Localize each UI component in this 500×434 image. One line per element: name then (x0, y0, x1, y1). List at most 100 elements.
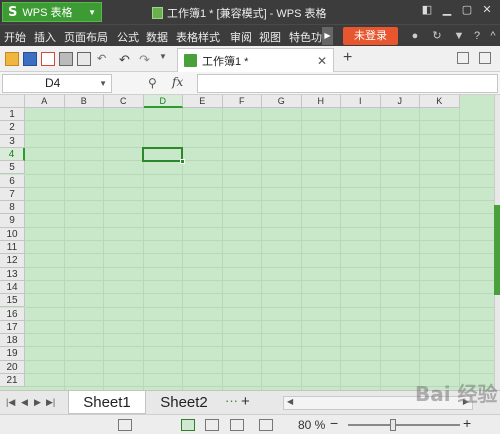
next-sheet-icon[interactable]: ▶ (34, 397, 41, 408)
row-header-18[interactable]: 18 (0, 334, 25, 348)
column-header-j[interactable]: J (380, 95, 420, 108)
help-icon[interactable]: ? (470, 29, 484, 43)
reading-mode-icon[interactable] (230, 419, 244, 431)
column-header-a[interactable]: A (25, 95, 65, 108)
row-header-7[interactable]: 7 (0, 187, 25, 202)
menu-insert[interactable]: 插入 (34, 29, 56, 45)
close-tab-icon[interactable]: ✕ (317, 54, 327, 68)
gridline-horizontal (25, 306, 495, 308)
menu-special[interactable]: 特色功 (289, 29, 322, 45)
window-restore-icon[interactable] (457, 52, 469, 64)
row-header-1[interactable]: 1 (0, 108, 25, 122)
row-header-6[interactable]: 6 (0, 174, 25, 188)
menu-table-style[interactable]: 表格样式 (176, 29, 220, 45)
column-header-f[interactable]: F (222, 95, 262, 108)
fill-handle[interactable] (180, 159, 185, 164)
sheet-tab-sheet2[interactable]: Sheet2 (148, 391, 220, 414)
column-header-c[interactable]: C (104, 95, 144, 108)
column-header-i[interactable]: I (341, 95, 381, 108)
scroll-left-icon[interactable]: ◀ (287, 397, 293, 406)
shirt-icon[interactable]: ▼ (452, 29, 466, 43)
row-header-5[interactable]: 5 (0, 161, 25, 175)
gridline-vertical (221, 108, 223, 390)
maximize-button[interactable]: ▢ (458, 3, 476, 16)
zoom-level[interactable]: 80 % (298, 418, 325, 432)
side-panel-handle[interactable] (494, 205, 500, 295)
active-cell[interactable] (142, 147, 183, 162)
menu-review[interactable]: 审阅 (230, 29, 252, 45)
row-header-20[interactable]: 20 (0, 360, 25, 374)
print-preview-icon[interactable] (77, 52, 91, 66)
zoom-slider-knob[interactable] (389, 419, 396, 431)
row-header-4[interactable]: 4 (0, 147, 25, 162)
chevron-down-icon[interactable]: ▼ (99, 75, 107, 92)
row-header-17[interactable]: 17 (0, 320, 25, 335)
close-button[interactable]: ✕ (478, 3, 496, 16)
export-pdf-icon[interactable] (41, 52, 55, 66)
gridline-horizontal (25, 133, 495, 135)
row-header-2[interactable]: 2 (0, 121, 25, 135)
column-header-b[interactable]: B (64, 95, 104, 108)
menu-scroll-right-icon[interactable]: ▶ (322, 27, 333, 45)
more-sheets-icon[interactable]: ··· (225, 393, 238, 408)
zoom-slider[interactable] (348, 424, 460, 426)
row-header-14[interactable]: 14 (0, 280, 25, 295)
column-header-h[interactable]: H (301, 95, 341, 108)
sheet-tab-sheet1[interactable]: Sheet1 (68, 391, 146, 414)
save-icon[interactable] (23, 52, 37, 66)
feedback-icon[interactable]: ● (408, 29, 422, 43)
row-header-10[interactable]: 10 (0, 227, 25, 241)
last-sheet-icon[interactable]: ▶| (46, 397, 55, 408)
collapse-ribbon-icon[interactable]: ^ (486, 29, 500, 43)
row-header-3[interactable]: 3 (0, 134, 25, 148)
menu-page-layout[interactable]: 页面布局 (64, 29, 108, 45)
menu-formulas[interactable]: 公式 (117, 29, 139, 45)
row-header-15[interactable]: 15 (0, 294, 25, 308)
macro-icon[interactable] (118, 419, 132, 431)
zoom-in-button[interactable]: + (463, 415, 471, 431)
column-header-d[interactable]: D (143, 95, 183, 108)
first-sheet-icon[interactable]: |◀ (6, 397, 15, 408)
cell-grid[interactable]: A B C D E F G H I J K 1 2 3 4 5 6 7 8 9 10 11 12 13 14 15 16 17 18 19… (0, 95, 500, 390)
gridline-horizontal (25, 186, 495, 188)
row-header-11[interactable]: 11 (0, 241, 25, 255)
row-header-16[interactable]: 16 (0, 307, 25, 321)
prev-sheet-icon[interactable]: ◀ (21, 397, 28, 408)
page-break-view-icon[interactable] (205, 419, 219, 431)
new-tab-button[interactable]: + (343, 49, 352, 67)
row-header-8[interactable]: 8 (0, 201, 25, 215)
window-close-doc-icon[interactable] (479, 52, 491, 64)
column-header-e[interactable]: E (183, 95, 223, 108)
undo-icon[interactable]: ↶ (119, 52, 133, 67)
insert-function-button[interactable]: fx (172, 75, 183, 89)
select-all-corner[interactable] (0, 95, 25, 108)
redo-arrow-icon[interactable]: ↶ (97, 52, 111, 66)
skin-icon[interactable]: ◧ (418, 3, 436, 16)
open-icon[interactable] (5, 52, 19, 66)
column-header-g[interactable]: G (262, 95, 302, 108)
menu-home[interactable]: 开始 (4, 29, 26, 45)
row-header-21[interactable]: 21 (0, 374, 25, 388)
menu-view[interactable]: 视图 (259, 29, 281, 45)
row-header-19[interactable]: 19 (0, 347, 25, 361)
zoom-out-button[interactable]: − (330, 415, 338, 431)
row-header-9[interactable]: 9 (0, 214, 25, 228)
add-sheet-button[interactable]: + (241, 393, 250, 410)
app-menu-button[interactable]: S WPS 表格 ▼ (2, 2, 102, 22)
menu-data[interactable]: 数据 (146, 29, 168, 45)
tab-workbook1[interactable]: 工作簿1 * ✕ (177, 48, 334, 72)
formula-input[interactable] (197, 74, 498, 93)
name-box[interactable]: D4 ▼ (2, 74, 112, 93)
sync-icon[interactable]: ↻ (430, 29, 444, 43)
eye-protection-icon[interactable] (259, 419, 273, 431)
login-button[interactable]: 未登录 (343, 27, 398, 45)
normal-view-icon[interactable] (181, 419, 195, 431)
minimize-button[interactable]: ▁ (438, 3, 456, 16)
print-icon[interactable] (59, 52, 73, 66)
column-header-k[interactable]: K (420, 95, 460, 108)
row-header-13[interactable]: 13 (0, 267, 25, 281)
search-function-icon[interactable]: ⚲ (148, 76, 157, 90)
customize-dropdown-icon[interactable]: ▼ (159, 52, 173, 66)
redo-icon[interactable]: ↷ (139, 52, 153, 67)
row-header-12[interactable]: 12 (0, 254, 25, 268)
